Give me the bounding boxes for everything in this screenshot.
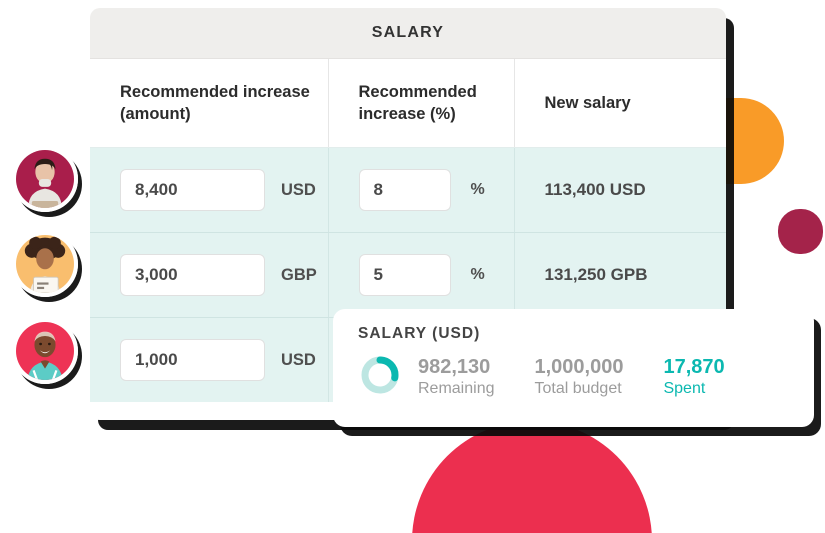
table-row: USD % 113,400 USD	[90, 147, 726, 233]
stat-remaining: 982,130 Remaining	[418, 356, 494, 400]
stat-spent: 17,870 Spent	[663, 356, 724, 400]
budget-card-title: SALARY (USD)	[358, 325, 481, 342]
maroon-circle-decoration	[778, 209, 823, 254]
cell-new-salary: 131,250 GPB	[514, 232, 726, 318]
table-header-row: Recommended increase (amount) Recommende…	[90, 59, 726, 148]
percent-symbol-label: %	[470, 266, 485, 283]
remaining-value: 982,130	[418, 355, 491, 378]
screenshot-canvas: SALARY Recommended increase (amount) Rec…	[0, 0, 825, 533]
cell-recommended-amount: GBP	[90, 232, 329, 318]
currency-label: GBP	[281, 265, 317, 284]
cell-recommended-percent: %	[328, 232, 515, 318]
recommended-amount-input[interactable]	[120, 339, 265, 381]
currency-label: USD	[281, 180, 316, 199]
salary-card-header: SALARY	[90, 8, 726, 59]
cell-recommended-amount: USD	[90, 317, 329, 402]
avatar[interactable]	[12, 146, 78, 212]
stat-total-budget: 1,000,000 Total budget	[534, 356, 623, 400]
column-header-new-salary: New salary	[514, 59, 726, 148]
percent-symbol-label: %	[470, 181, 485, 198]
column-header-recommended-percent: Recommended increase (%)	[328, 59, 515, 148]
new-salary-value: 131,250 GPB	[544, 265, 648, 284]
avatar[interactable]	[12, 231, 78, 297]
avatar[interactable]	[12, 318, 78, 384]
total-budget-label: Total budget	[534, 379, 622, 397]
page-title: SALARY	[371, 24, 445, 41]
recommended-percent-input[interactable]	[358, 254, 451, 296]
spent-label: Spent	[663, 379, 706, 397]
recommended-amount-input[interactable]	[120, 254, 265, 296]
currency-label: USD	[281, 350, 316, 369]
salary-budget-card: SALARY (USD) 982,130 Remaining 1,000,000…	[333, 309, 814, 427]
remaining-label: Remaining	[418, 379, 495, 397]
recommended-percent-input[interactable]	[358, 169, 451, 211]
budget-donut-chart	[358, 353, 402, 402]
total-budget-value: 1,000,000	[534, 355, 624, 378]
cell-new-salary: 113,400 USD	[514, 147, 726, 233]
table-row: GBP % 131,250 GPB	[90, 232, 726, 318]
cell-recommended-amount: USD	[90, 147, 329, 233]
column-header-recommended-amount: Recommended increase (amount)	[90, 59, 329, 148]
recommended-amount-input[interactable]	[120, 169, 265, 211]
red-semicircle-decoration	[412, 421, 652, 533]
cell-recommended-percent: %	[328, 147, 515, 233]
new-salary-value: 113,400 USD	[544, 180, 646, 199]
spent-value: 17,870	[663, 355, 725, 378]
